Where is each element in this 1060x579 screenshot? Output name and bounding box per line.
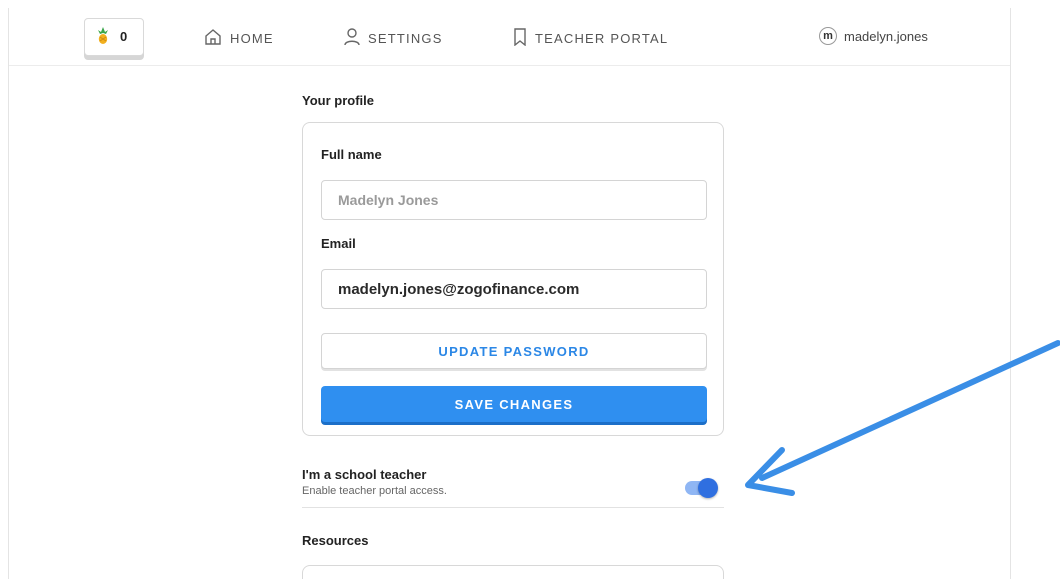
full-name-input[interactable] [321, 180, 707, 220]
save-changes-button[interactable]: SAVE CHANGES [321, 386, 707, 422]
teacher-toggle-row: I'm a school teacher Enable teacher port… [302, 466, 724, 508]
nav-settings[interactable]: SETTINGS [344, 27, 443, 49]
app-window: 0 HOME SETTINGS TEACHER PORTAL m madelyn… [8, 8, 1011, 579]
pineapple-counter[interactable]: 0 [84, 18, 144, 56]
toggle-knob [698, 478, 718, 498]
teacher-toggle-title: I'm a school teacher [302, 467, 427, 482]
nav-settings-label: SETTINGS [368, 30, 443, 46]
resources-section-title: Resources [302, 533, 369, 548]
username: madelyn.jones [844, 28, 928, 44]
nav-teacher-portal-label: TEACHER PORTAL [535, 30, 669, 46]
full-name-label: Full name [321, 147, 382, 162]
avatar: m [819, 27, 837, 45]
email-label: Email [321, 236, 356, 251]
teacher-portal-toggle[interactable] [685, 478, 718, 498]
pineapple-icon [96, 27, 110, 50]
update-password-button[interactable]: UPDATE PASSWORD [321, 333, 707, 369]
email-field[interactable] [321, 269, 707, 309]
nav-teacher-portal[interactable]: TEACHER PORTAL [513, 27, 669, 49]
user-menu[interactable]: m madelyn.jones [819, 27, 928, 45]
nav-home-label: HOME [230, 30, 274, 46]
top-navbar: 0 HOME SETTINGS TEACHER PORTAL m madelyn… [9, 8, 1010, 66]
profile-section-title: Your profile [302, 93, 374, 108]
nav-home[interactable]: HOME [204, 28, 274, 48]
profile-card: Full name Email UPDATE PASSWORD SAVE CHA… [302, 122, 724, 436]
resources-card [302, 565, 724, 579]
person-icon [344, 27, 360, 49]
teacher-toggle-description: Enable teacher portal access. [302, 485, 447, 497]
bookmark-icon [513, 27, 527, 49]
home-icon [204, 28, 222, 49]
pineapple-count: 0 [120, 29, 128, 44]
